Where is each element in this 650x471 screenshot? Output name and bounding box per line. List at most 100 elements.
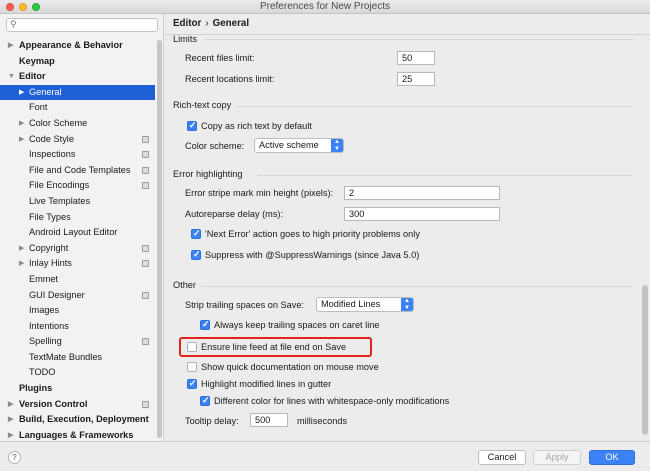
sidebar-item-label: File Encodings (29, 180, 90, 191)
error-stripe-label: Error stripe mark min height (pixels): (185, 188, 334, 198)
section-divider (257, 175, 633, 176)
content-scrollbar-thumb[interactable] (642, 285, 648, 435)
whitespace-color-checkbox[interactable] (200, 395, 210, 406)
sidebar-item-label: TODO (29, 367, 56, 378)
tooltip-delay-field[interactable]: 500 (250, 413, 288, 427)
sidebar-item-images[interactable]: Images (0, 303, 155, 319)
sidebar-item-inspections[interactable]: Inspections (0, 147, 155, 163)
sidebar-item-file-types[interactable]: File Types (0, 210, 155, 226)
section-divider (237, 106, 633, 107)
chevron-right-icon[interactable]: ▶ (19, 85, 24, 101)
next-error-label[interactable]: 'Next Error' action goes to high priorit… (205, 229, 420, 239)
sidebar-item-editor[interactable]: ▼ Editor (0, 69, 155, 85)
content-scrollbar[interactable] (641, 35, 649, 441)
sidebar-item-gui-designer[interactable]: GUI Designer (0, 288, 155, 304)
sidebar-item-spelling[interactable]: Spelling (0, 334, 155, 350)
sidebar-item-file-encodings[interactable]: File Encodings (0, 178, 155, 194)
sidebar-item-font[interactable]: Font (0, 100, 155, 116)
sidebar-item-inlay-hints[interactable]: ▶ Inlay Hints (0, 256, 155, 272)
recent-locations-field[interactable]: 25 (397, 72, 435, 86)
chevron-down-icon[interactable]: ▼ (8, 69, 15, 85)
sidebar-item-copyright[interactable]: ▶ Copyright (0, 241, 155, 257)
updown-chevron-icon: ▲ ▼ (331, 139, 343, 152)
chevron-right-icon[interactable]: ▶ (19, 132, 24, 148)
color-scheme-label: Color scheme: (185, 141, 245, 151)
ok-button[interactable]: OK (589, 450, 635, 465)
sidebar-item-version-control[interactable]: ▶ Version Control (0, 397, 155, 413)
keep-trailing-caret-checkbox[interactable] (200, 319, 210, 330)
recent-files-label: Recent files limit: (185, 53, 255, 63)
sidebar-item-appearance-behavior[interactable]: ▶ Appearance & Behavior (0, 38, 155, 54)
ensure-line-feed-checkbox[interactable] (187, 342, 197, 352)
breadcrumb-separator: › (205, 18, 209, 29)
tooltip-unit-label: milliseconds (297, 416, 348, 426)
sidebar-item-intentions[interactable]: Intentions (0, 319, 155, 335)
chevron-right-icon[interactable]: ▶ (19, 241, 24, 257)
suppress-warnings-label[interactable]: Suppress with @SuppressWarnings (since J… (205, 250, 419, 260)
chevron-right-icon[interactable]: ▶ (8, 38, 13, 54)
copy-rich-text-checkbox[interactable] (187, 120, 197, 131)
sidebar-item-label: Images (29, 305, 60, 316)
sidebar-item-emmet[interactable]: Emmet (0, 272, 155, 288)
chevron-right-icon[interactable]: ▶ (19, 256, 24, 272)
autoreparse-label: Autoreparse delay (ms): (185, 209, 284, 219)
suppress-warnings-checkbox[interactable] (191, 249, 201, 260)
cancel-button[interactable]: Cancel (478, 450, 526, 465)
chevron-right-icon[interactable]: ▶ (19, 116, 24, 132)
project-settings-icon (142, 338, 149, 346)
apply-button[interactable]: Apply (533, 450, 581, 465)
tooltip-delay-label: Tooltip delay: (185, 416, 239, 426)
sidebar-item-plugins[interactable]: Plugins (0, 381, 155, 397)
sidebar-item-label: Color Scheme (29, 117, 88, 128)
project-settings-icon (142, 260, 149, 268)
highlight-modified-checkbox[interactable] (187, 378, 197, 389)
search-icon: ⚲ (10, 19, 17, 29)
sidebar-item-label: Intentions (29, 320, 69, 331)
autoreparse-field[interactable]: 300 (344, 207, 500, 221)
copy-rich-text-label[interactable]: Copy as rich text by default (201, 121, 312, 131)
keep-trailing-caret-label[interactable]: Always keep trailing spaces on caret lin… (214, 320, 379, 330)
section-rich-text-title: Rich-text copy (173, 100, 232, 110)
whitespace-color-label[interactable]: Different color for lines with whitespac… (214, 396, 449, 406)
recent-files-field[interactable]: 50 (397, 51, 435, 65)
project-settings-icon (142, 291, 149, 299)
sidebar-item-code-style[interactable]: ▶ Code Style (0, 132, 155, 148)
strip-trailing-label: Strip trailing spaces on Save: (185, 300, 304, 310)
chevron-right-icon[interactable]: ▶ (8, 397, 13, 413)
preferences-window: Preferences for New Projects ⚲ ▶ Appearan… (0, 0, 650, 471)
quick-doc-checkbox[interactable] (187, 362, 197, 372)
strip-trailing-select[interactable]: Modified Lines ▲ ▼ (316, 297, 414, 312)
next-error-checkbox[interactable] (191, 228, 201, 239)
search-input[interactable]: ⚲ (6, 18, 158, 32)
error-stripe-field[interactable]: 2 (344, 186, 500, 200)
quick-doc-label[interactable]: Show quick documentation on mouse move (201, 362, 379, 372)
sidebar-scrollbar-thumb[interactable] (157, 40, 162, 438)
sidebar-item-label: File and Code Templates (29, 164, 131, 175)
project-settings-icon (142, 135, 149, 143)
sidebar-item-general[interactable]: ▶ General (0, 84, 155, 101)
sidebar-item-todo[interactable]: TODO (0, 365, 155, 381)
settings-tree: ▶ Appearance & Behavior Keymap ▼ Editor ▶ Gene… (0, 38, 155, 443)
sidebar-scrollbar[interactable] (156, 38, 163, 440)
dialog-button-bar: ? Cancel Apply OK (0, 441, 650, 471)
sidebar-item-keymap[interactable]: Keymap (0, 54, 155, 70)
highlight-modified-label[interactable]: Highlight modified lines in gutter (201, 379, 331, 389)
sidebar-item-build-execution-deployment[interactable]: ▶ Build, Execution, Deployment (0, 412, 155, 428)
sidebar-item-android-layout-editor[interactable]: Android Layout Editor (0, 225, 155, 241)
sidebar-item-label: GUI Designer (29, 289, 85, 300)
sidebar-item-color-scheme[interactable]: ▶ Color Scheme (0, 116, 155, 132)
help-button[interactable]: ? (8, 451, 21, 464)
settings-sidebar: ⚲ ▶ Appearance & Behavior Keymap ▼ Editor ▶ Ge… (0, 14, 164, 441)
sidebar-item-live-templates[interactable]: Live Templates (0, 194, 155, 210)
sidebar-item-label: Emmet (29, 273, 59, 284)
sidebar-item-textmate-bundles[interactable]: TextMate Bundles (0, 350, 155, 366)
breadcrumb-parent[interactable]: Editor (173, 18, 201, 29)
chevron-right-icon[interactable]: ▶ (8, 412, 13, 428)
sidebar-item-label: Font (29, 102, 48, 113)
ensure-line-feed-label[interactable]: Ensure line feed at file end on Save (201, 342, 346, 352)
sidebar-item-file-and-code-templates[interactable]: File and Code Templates (0, 163, 155, 179)
strip-trailing-value: Modified Lines (321, 299, 381, 309)
sidebar-item-label: General (29, 86, 62, 97)
section-limits-title: Limits (173, 35, 197, 44)
color-scheme-select[interactable]: Active scheme ▲ ▼ (254, 138, 344, 153)
